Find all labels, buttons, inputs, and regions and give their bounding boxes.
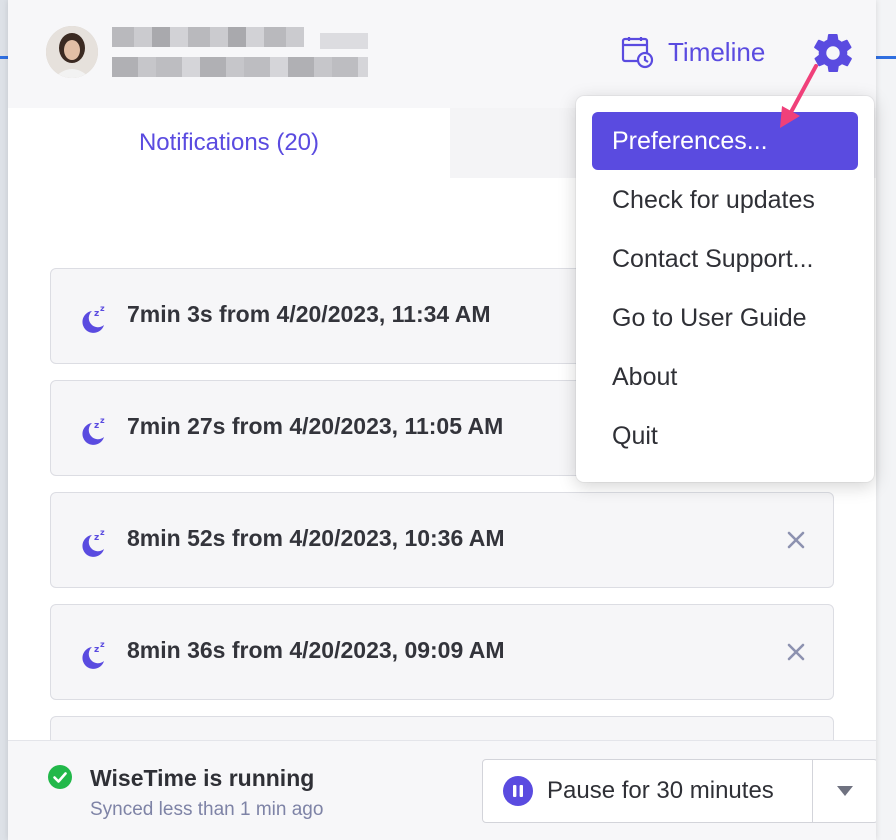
pause-control: Pause for 30 minutes xyxy=(482,759,876,823)
svg-text:z: z xyxy=(100,640,105,649)
timeline-link[interactable]: Timeline xyxy=(620,32,765,72)
check-circle-icon xyxy=(48,765,72,789)
sync-status: Synced less than 1 min ago xyxy=(90,799,324,820)
menu-item-quit[interactable]: Quit xyxy=(592,407,858,465)
notification-text: 8min 52s from 4/20/2023, 10:36 AM xyxy=(127,525,505,551)
sleep-zz-icon: z z xyxy=(82,304,105,333)
footer: WiseTime is running Synced less than 1 m… xyxy=(8,740,876,840)
pause-icon xyxy=(503,776,533,806)
header: Timeline xyxy=(8,0,876,109)
close-icon[interactable] xyxy=(785,529,807,551)
menu-item-label: Go to User Guide xyxy=(612,303,807,332)
sleep-zz-icon: z z xyxy=(82,528,105,557)
user-name-redacted xyxy=(112,27,304,47)
menu-item-label: Quit xyxy=(612,421,658,450)
svg-text:z: z xyxy=(100,304,105,313)
notification-text: 7min 3s from 4/20/2023, 11:34 AM xyxy=(127,301,491,327)
svg-text:z: z xyxy=(100,528,105,537)
menu-item-label: About xyxy=(612,362,678,391)
menu-item-contact-support[interactable]: Contact Support... xyxy=(592,230,858,288)
notification-item[interactable]: z z 8min 36s from 4/20/2023, 09:09 AM xyxy=(50,604,834,700)
pause-options-dropdown[interactable] xyxy=(813,760,876,822)
pause-label: Pause for 30 minutes xyxy=(547,777,774,804)
svg-text:z: z xyxy=(94,421,99,431)
user-email-redacted xyxy=(112,57,368,77)
annotation-arrow-icon xyxy=(780,64,818,128)
caret-down-icon xyxy=(837,786,853,796)
notification-text: 7min 27s from 4/20/2023, 11:05 AM xyxy=(127,413,504,439)
timeline-label: Timeline xyxy=(668,36,766,67)
background-window-left xyxy=(0,0,8,840)
notification-text: 8min 36s from 4/20/2023, 09:09 AM xyxy=(127,637,505,663)
tab-notifications-label: Notifications (20) xyxy=(138,129,320,156)
pause-button[interactable]: Pause for 30 minutes xyxy=(483,760,813,822)
avatar[interactable] xyxy=(46,26,98,78)
svg-text:z: z xyxy=(94,309,99,319)
status-title: WiseTime is running xyxy=(90,765,315,791)
menu-item-label: Preferences... xyxy=(612,126,768,155)
menu-item-label: Check for updates xyxy=(612,185,815,214)
svg-text:z: z xyxy=(100,416,105,425)
close-icon[interactable] xyxy=(785,641,807,663)
tab-notifications[interactable]: Notifications (20) xyxy=(8,108,450,178)
background-window-right xyxy=(874,0,896,840)
settings-menu: Preferences... Check for updates Contact… xyxy=(576,96,874,482)
sleep-zz-icon: z z xyxy=(82,416,105,445)
menu-item-check-updates[interactable]: Check for updates xyxy=(592,171,858,229)
sleep-zz-icon: z z xyxy=(82,640,105,669)
svg-text:z: z xyxy=(94,533,99,543)
menu-item-about[interactable]: About xyxy=(592,348,858,406)
notification-item[interactable]: z z 8min 52s from 4/20/2023, 10:36 AM xyxy=(50,492,834,588)
svg-text:z: z xyxy=(94,645,99,655)
menu-item-user-guide[interactable]: Go to User Guide xyxy=(592,289,858,347)
user-name-redacted-tail xyxy=(320,33,368,49)
calendar-clock-icon xyxy=(621,37,654,69)
menu-item-label: Contact Support... xyxy=(612,244,814,273)
